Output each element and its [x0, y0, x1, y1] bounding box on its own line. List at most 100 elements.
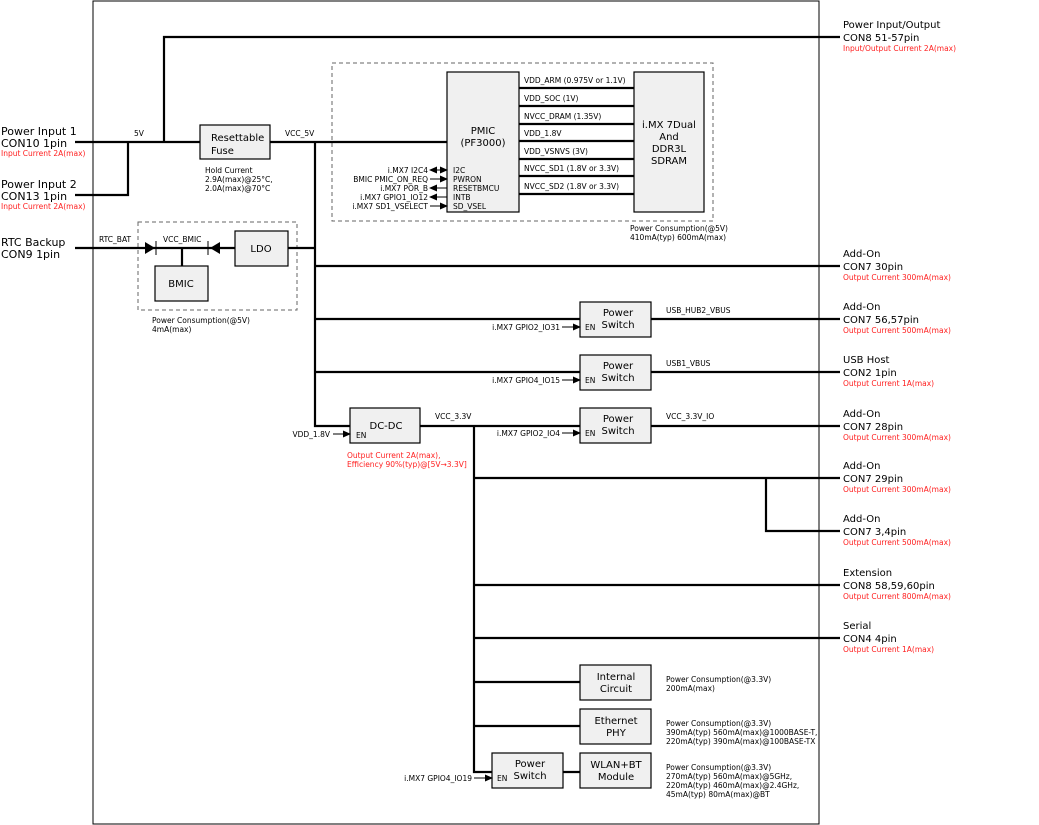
output-connector: CON7 56,57pin — [843, 315, 919, 326]
rail-label: NVCC_SD2 (1.8V or 3.3V) — [524, 182, 619, 191]
pmic-signal-label: BMIC PMIC_ON_REQ — [353, 175, 428, 184]
load-label: Module — [598, 772, 634, 783]
output-connector: CON8 51-57pin — [843, 33, 919, 44]
en-label: EN — [585, 323, 595, 332]
output-title: Power Input/Output — [843, 20, 940, 31]
pmic-pin-label: RESETBMCU — [453, 184, 499, 193]
input-connector: CON9 1pin — [1, 248, 60, 261]
power-switch-label: Power — [515, 759, 546, 770]
output-title: Serial — [843, 621, 871, 632]
net-label: 5V — [134, 129, 145, 138]
load-label: PHY — [606, 728, 627, 739]
output-note: Output Current 300mA(max) — [843, 485, 951, 494]
net-label: RTC_BAT — [99, 235, 131, 244]
net-label: USB_HUB2_VBUS — [666, 306, 731, 315]
imx7-label: And — [659, 132, 679, 143]
outputs: Power Input/Output CON8 51-57pinInput/Out… — [843, 20, 956, 654]
fuse-note: 2.0A(max)@70°C — [205, 184, 270, 193]
output-title: Add-On — [843, 514, 880, 525]
power-switch-label: Switch — [601, 426, 634, 437]
net-label: VCC_5V — [285, 129, 315, 138]
load-power-note: 220mA(typ) 390mA(max)@100BASE-TX — [666, 737, 815, 746]
power-switch-label: Switch — [513, 771, 546, 782]
load-power-note: 220mA(typ) 460mA(max)@2.4GHz, — [666, 781, 799, 790]
power-switch-label: Switch — [601, 373, 634, 384]
pmic-power-note: 410mA(typ) 600mA(max) — [630, 233, 726, 242]
ldo-label: LDO — [250, 244, 271, 255]
en-label: EN — [497, 774, 507, 783]
gpio-label: i.MX7 GPIO4_IO19 — [404, 774, 472, 783]
output-note: Output Current 500mA(max) — [843, 326, 951, 335]
net-label: VCC_BMIC — [163, 235, 201, 244]
output-connector: CON7 29pin — [843, 474, 903, 485]
rail-label: VDD_ARM (0.975V or 1.1V) — [524, 76, 626, 85]
load-power-note: Power Consumption(@3.3V) — [666, 675, 771, 684]
output-note: Output Current 1A(max) — [843, 645, 934, 654]
pmic-power-note: Power Consumption(@5V) — [630, 224, 728, 233]
imx7-label: SDRAM — [651, 156, 687, 167]
power-switch-label: Power — [603, 361, 634, 372]
output-title: Add-On — [843, 409, 880, 420]
pmic-pin-label: SD_VSEL — [453, 202, 487, 211]
output-title: Add-On — [843, 461, 880, 472]
dcdc-note: Efficiency 90%(typ)@[5V→3.3V] — [347, 460, 467, 469]
bmic-label: BMIC — [168, 279, 193, 290]
load-label: WLAN+BT — [590, 760, 642, 771]
rail-label: NVCC_DRAM (1.35V) — [524, 112, 601, 121]
output-note: Output Current 300mA(max) — [843, 433, 951, 442]
power-switch-label: Switch — [601, 320, 634, 331]
pmic-pin-label: PWRON — [453, 175, 482, 184]
gpio-label: i.MX7 GPIO2_IO4 — [497, 429, 560, 438]
pmic-label: PMIC — [471, 126, 496, 137]
load-power-note: Power Consumption(@3.3V) — [666, 763, 771, 772]
power-block-diagram: Power Input 1 CON10 1pin Input Current 2… — [1, 0, 956, 825]
output-connector: CON4 4pin — [843, 634, 897, 645]
pmic-signal-label: i.MX7 POR_B — [380, 184, 428, 193]
pmic-signal-label: i.MX7 GPIO1_IO12 — [360, 193, 428, 202]
output-title: Add-On — [843, 302, 880, 313]
rail-label: VDD_SOC (1V) — [524, 94, 579, 103]
output-connector: CON7 28pin — [843, 422, 903, 433]
input-note: Input Current 2A(max) — [1, 149, 86, 158]
load-label: Circuit — [600, 684, 632, 695]
load-power-note: 45mA(typ) 80mA(max)@BT — [666, 790, 770, 799]
input-note: Input Current 2A(max) — [1, 202, 86, 211]
output-connector: CON7 3,4pin — [843, 527, 906, 538]
en-label: EN — [585, 376, 595, 385]
output-note: Output Current 800mA(max) — [843, 592, 951, 601]
dcdc-note: Output Current 2A(max), — [347, 451, 440, 460]
rail-label: VDD_VSNVS (3V) — [524, 147, 588, 156]
output-note: Output Current 500mA(max) — [843, 538, 951, 547]
pmic-pin-label: I2C — [453, 166, 465, 175]
output-note: Output Current 300mA(max) — [843, 273, 951, 282]
pmic-pin-label: INTB — [453, 193, 471, 202]
imx7-label: i.MX 7Dual — [642, 120, 696, 131]
power-switch-label: Power — [603, 308, 634, 319]
pmic-signal-label: i.MX7 I2C4 — [388, 166, 428, 175]
net-label: USB1_VBUS — [666, 359, 711, 368]
output-note: Input/Output Current 2A(max) — [843, 44, 956, 53]
gpio-label: i.MX7 GPIO2_IO31 — [492, 323, 560, 332]
load-power-note: 200mA(max) — [666, 684, 715, 693]
pmic-label: (PF3000) — [460, 138, 505, 149]
pmic-signal-label: i.MX7 SD1_VSELECT — [352, 202, 428, 211]
fuse-label: Resettable — [211, 133, 264, 144]
power-switch-label: Power — [603, 414, 634, 425]
bmic-power-note: Power Consumption(@5V) — [152, 316, 250, 325]
fuse-note: Hold Current — [205, 166, 253, 175]
loads: InternalCircuitPower Consumption(@3.3V)2… — [579, 664, 817, 799]
net-label: VCC_3.3V_IO — [666, 412, 714, 421]
output-note: Output Current 1A(max) — [843, 379, 934, 388]
output-title: USB Host — [843, 355, 890, 366]
output-connector: CON2 1pin — [843, 368, 897, 379]
fuse-label: Fuse — [211, 146, 234, 157]
load-power-note: 270mA(typ) 560mA(max)@5GHz, — [666, 772, 792, 781]
load-label: Internal — [597, 672, 636, 683]
output-title: Extension — [843, 568, 892, 579]
fuse-note: 2.9A(max)@25°C, — [205, 175, 273, 184]
dcdc-label: DC-DC — [370, 421, 403, 432]
en-label: EN — [585, 429, 595, 438]
imx7-label: DDR3L — [652, 144, 687, 155]
load-label: Ethernet — [594, 716, 637, 727]
rail-label: NVCC_SD1 (1.8V or 3.3V) — [524, 164, 619, 173]
